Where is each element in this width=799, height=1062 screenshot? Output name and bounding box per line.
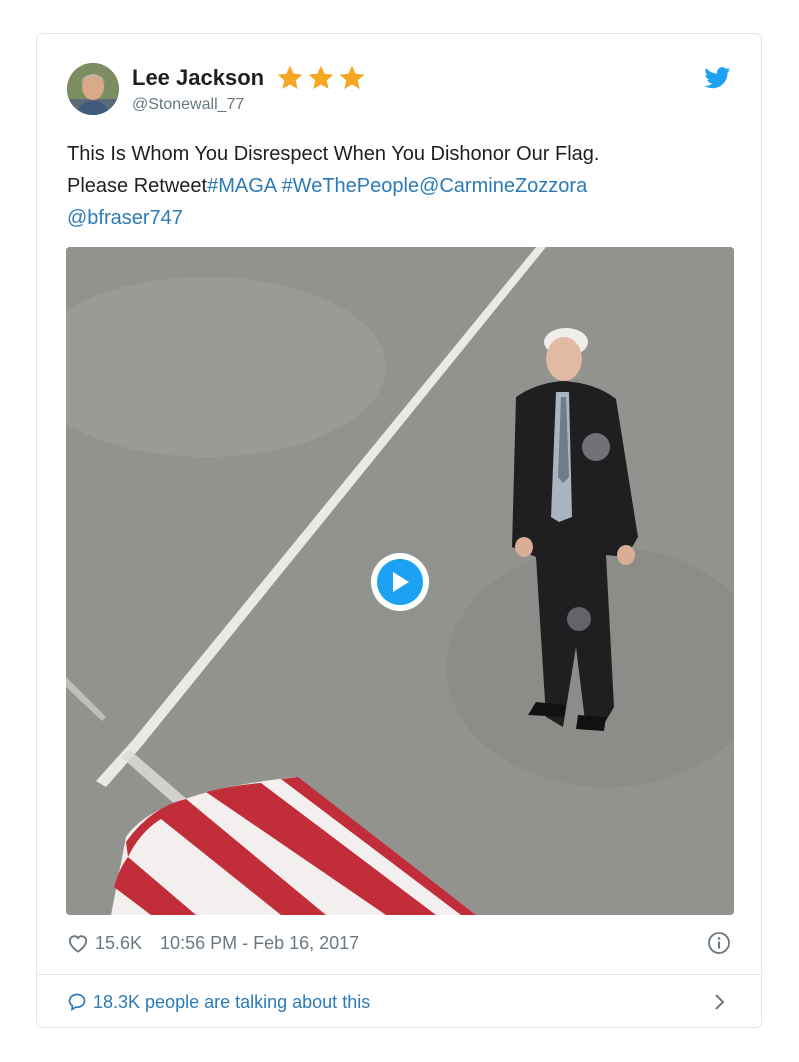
play-button[interactable]	[371, 553, 429, 611]
speech-bubble-icon[interactable]	[67, 992, 87, 1012]
author-handle[interactable]: @Stonewall_77	[132, 96, 244, 114]
video-thumbnail[interactable]	[66, 247, 734, 915]
heart-icon[interactable]	[67, 933, 89, 953]
tweet-timestamp[interactable]: 10:56 PM - Feb 16, 2017	[160, 933, 359, 954]
author-name[interactable]: Lee Jackson	[132, 65, 264, 91]
mention-bfraser747-link[interactable]: @bfraser747	[67, 207, 183, 229]
hashtag-wethepeople-link[interactable]: #WeThePeople	[282, 175, 420, 197]
author-name-row[interactable]: Lee Jackson	[132, 64, 366, 92]
play-icon[interactable]	[377, 559, 423, 605]
star-icon	[339, 65, 365, 89]
embedded-tweet-card[interactable]: Lee Jackson @Stonewall_77 This Is Whom Y…	[36, 33, 762, 1028]
author-avatar[interactable]	[67, 63, 119, 115]
hashtag-maga-link[interactable]: #MAGA	[207, 175, 276, 197]
tweet-text: This Is Whom You Disrespect When You Dis…	[67, 138, 727, 234]
star-icon	[277, 65, 303, 89]
twitter-bird-icon[interactable]	[704, 67, 731, 89]
info-icon[interactable]	[707, 931, 731, 955]
conversation-link[interactable]: 18.3K people are talking about this	[67, 989, 370, 1015]
chevron-right-icon[interactable]	[713, 992, 727, 1012]
star-icon	[308, 65, 334, 89]
conversation-count[interactable]: 18.3K people are talking about this	[93, 992, 370, 1013]
mention-carminezozzora-link[interactable]: @CarmineZozzora	[419, 175, 587, 197]
like-count[interactable]: 15.6K	[95, 933, 142, 954]
tweet-meta: 15.6K 10:56 PM - Feb 16, 2017	[67, 930, 359, 956]
avatar-image	[67, 63, 119, 115]
star-emojis	[276, 64, 366, 92]
card-divider	[37, 974, 761, 975]
